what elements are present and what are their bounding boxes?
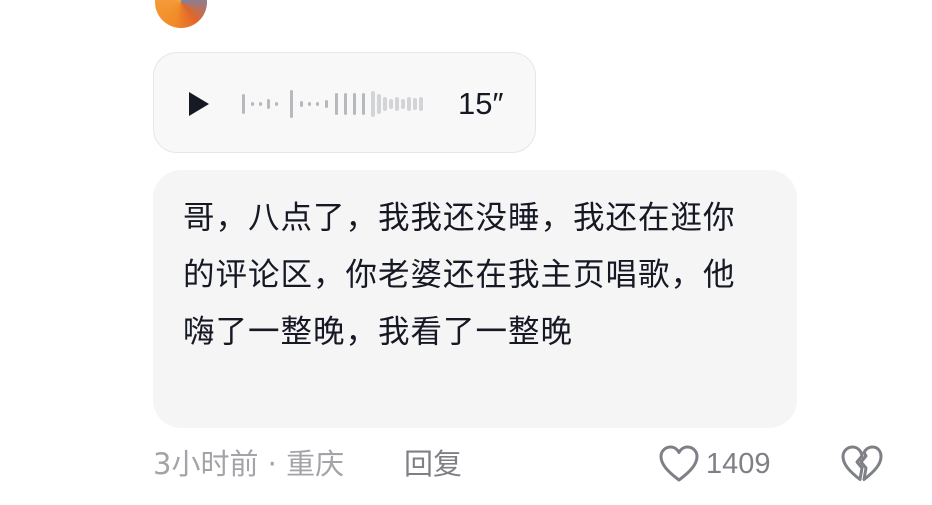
- comment-text: 哥，八点了，我我还没睡，我还在逛你的评论区，你老婆还在我主页唱歌，他嗨了一整晚，…: [183, 200, 736, 350]
- play-icon: [189, 92, 209, 116]
- voice-message-bubble[interactable]: 15″: [153, 52, 536, 153]
- play-button[interactable]: [184, 89, 214, 119]
- like-button[interactable]: 1409: [658, 441, 771, 487]
- broken-heart-icon: [841, 445, 883, 481]
- reply-button[interactable]: 回复: [404, 441, 462, 487]
- audio-waveform: [242, 90, 423, 118]
- avatar[interactable]: [155, 0, 207, 28]
- voice-duration: 15″: [458, 86, 504, 121]
- comment-time-location: 3小时前 · 重庆: [153, 447, 345, 481]
- dislike-button[interactable]: [840, 444, 884, 484]
- like-count: 1409: [706, 447, 771, 480]
- heart-outline-icon: [659, 445, 699, 482]
- comment-bubble[interactable]: 哥，八点了，我我还没睡，我还在逛你的评论区，你老婆还在我主页唱歌，他嗨了一整晚，…: [153, 170, 797, 428]
